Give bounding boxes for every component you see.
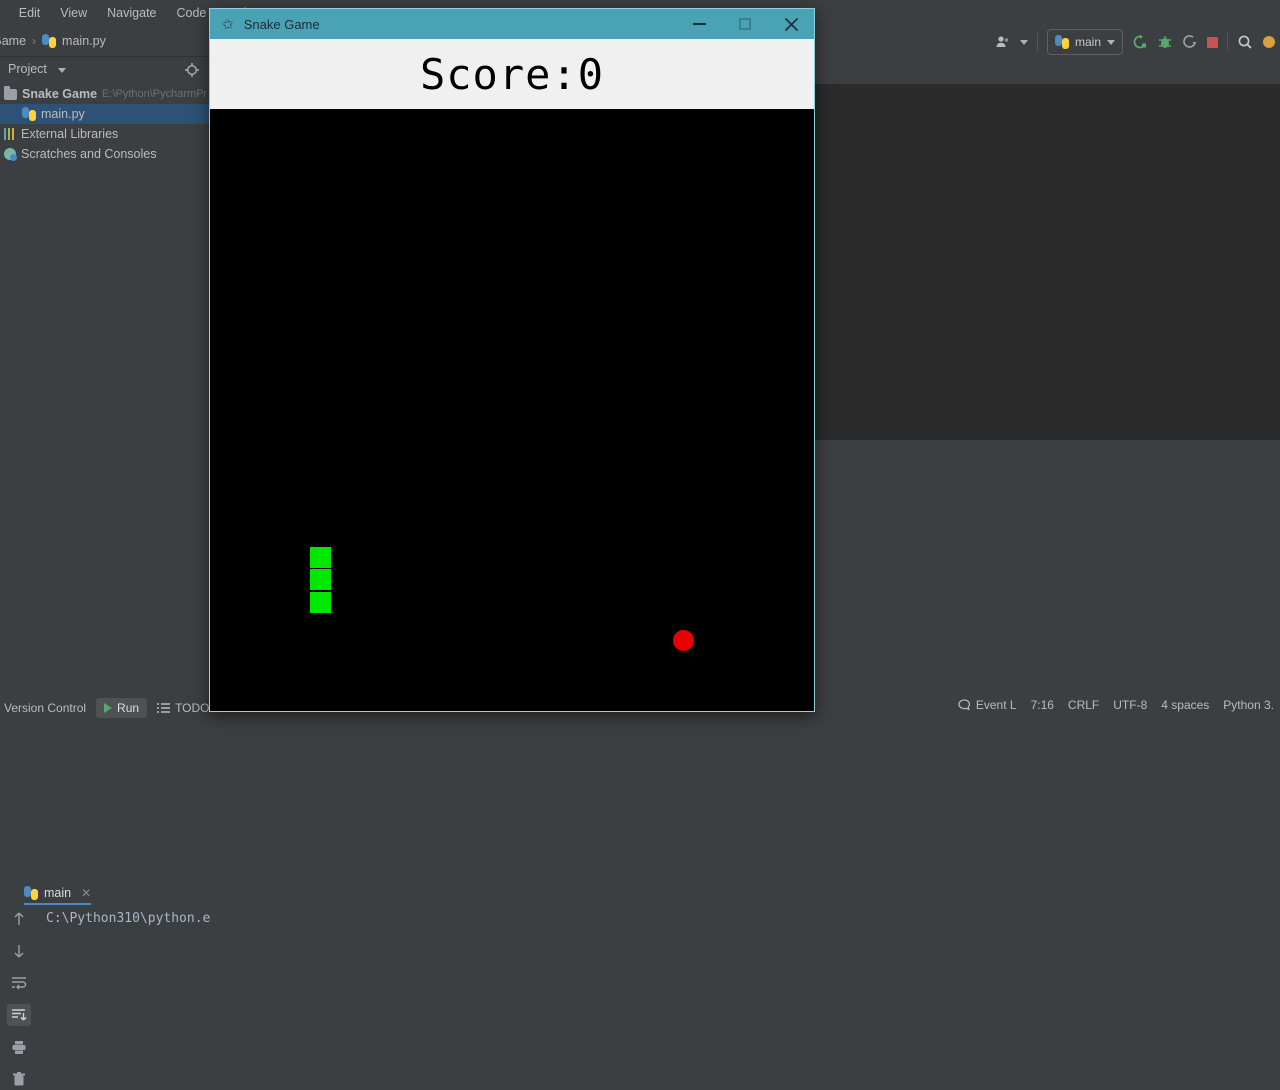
console-output-line: C:\Python310\python.e bbox=[46, 911, 211, 926]
python-file-icon bbox=[42, 34, 57, 48]
run-toolbar bbox=[6, 908, 32, 1090]
status-run-label: Run bbox=[117, 701, 140, 715]
stop-icon[interactable] bbox=[1207, 36, 1218, 48]
python-config-icon bbox=[1054, 35, 1069, 49]
close-icon[interactable]: ✕ bbox=[81, 886, 91, 900]
line-separator[interactable]: CRLF bbox=[1068, 698, 1099, 712]
tree-item-snake-game[interactable]: Snake Game E:\Python\PycharmPr bbox=[0, 84, 210, 104]
status-bar-left: Version Control Run TODO bbox=[0, 698, 218, 718]
select-opened-file-icon[interactable] bbox=[185, 63, 199, 82]
score-label: Score:0 bbox=[419, 49, 604, 99]
file-encoding[interactable]: UTF-8 bbox=[1113, 698, 1147, 712]
game-window-titlebar[interactable]: ✩ Snake Game bbox=[210, 9, 814, 39]
breadcrumb-file[interactable]: main.py bbox=[62, 34, 106, 48]
run-tab-main[interactable]: main ✕ bbox=[24, 886, 92, 905]
menu-item-navigate[interactable]: Navigate bbox=[104, 4, 159, 22]
toolbar-right-group: main bbox=[995, 29, 1276, 55]
tree-item-main-py[interactable]: main.py bbox=[0, 104, 210, 124]
tree-item-path: E:\Python\PycharmPr bbox=[102, 88, 208, 100]
python-run-icon bbox=[24, 886, 38, 900]
status-version-control[interactable]: Version Control bbox=[0, 698, 94, 718]
maximize-button[interactable] bbox=[722, 9, 768, 39]
status-bar-right: Event L 7:16 CRLF UTF-8 4 spaces Python … bbox=[958, 698, 1274, 712]
tree-item-label: Scratches and Consoles bbox=[21, 147, 157, 161]
libraries-icon bbox=[4, 128, 16, 140]
scroll-up-icon[interactable] bbox=[7, 908, 31, 930]
close-button[interactable] bbox=[768, 9, 814, 39]
event-log-icon bbox=[958, 699, 970, 711]
toolbar-divider bbox=[1036, 33, 1038, 51]
feather-icon: ✩ bbox=[220, 14, 235, 33]
game-canvas[interactable] bbox=[210, 109, 814, 711]
minimize-button[interactable] bbox=[676, 9, 722, 39]
status-todo[interactable]: TODO bbox=[149, 698, 217, 718]
debug-icon[interactable] bbox=[1157, 34, 1173, 50]
status-run[interactable]: Run bbox=[96, 698, 148, 718]
tree-item-label: Snake Game bbox=[22, 87, 98, 101]
snake-segment bbox=[309, 546, 332, 569]
tree-item-external-libraries[interactable]: External Libraries bbox=[0, 124, 210, 144]
user-caret-icon[interactable] bbox=[1019, 39, 1028, 45]
project-panel-caret-icon[interactable] bbox=[58, 68, 66, 73]
tree-item-label: main.py bbox=[41, 107, 85, 121]
snake-segment bbox=[309, 591, 332, 614]
status-todo-label: TODO bbox=[175, 701, 210, 715]
maximize-icon bbox=[739, 18, 751, 30]
scroll-down-icon[interactable] bbox=[7, 940, 31, 962]
print-icon[interactable] bbox=[7, 1036, 31, 1058]
python-file-icon bbox=[22, 107, 36, 121]
notifications-icon[interactable] bbox=[1262, 35, 1276, 49]
run-configuration-selector[interactable]: main bbox=[1046, 29, 1123, 55]
user-icon[interactable] bbox=[995, 35, 1011, 49]
project-panel-title: Project bbox=[8, 62, 47, 76]
run-play-icon bbox=[104, 703, 113, 713]
scroll-to-end-icon[interactable] bbox=[7, 1004, 31, 1026]
game-window-title: Snake Game bbox=[243, 16, 320, 32]
tree-item-label: External Libraries bbox=[21, 127, 119, 141]
breadcrumb-project[interactable]: Game bbox=[0, 34, 26, 48]
run-tab-label: main bbox=[44, 886, 72, 900]
menu-item-file[interactable]: le bbox=[0, 4, 2, 22]
snake-segment bbox=[309, 568, 332, 591]
toolbar-divider-2 bbox=[1227, 33, 1228, 51]
clear-all-icon[interactable] bbox=[7, 1068, 31, 1090]
python-interpreter[interactable]: Python 3. bbox=[1223, 698, 1274, 712]
search-icon[interactable] bbox=[1237, 34, 1253, 50]
snake-game-window[interactable]: ✩ Snake Game Score:0 bbox=[209, 8, 815, 712]
breadcrumb: Game › main.py bbox=[0, 34, 106, 48]
score-header: Score:0 bbox=[210, 39, 814, 109]
event-log-widget[interactable]: Event L bbox=[958, 698, 1017, 712]
project-tree: Snake Game E:\Python\PycharmPr main.py E… bbox=[0, 84, 210, 164]
soft-wrap-icon[interactable] bbox=[7, 972, 31, 994]
breadcrumb-separator-icon: › bbox=[32, 34, 37, 48]
rerun-icon[interactable] bbox=[1132, 34, 1148, 50]
scratches-icon bbox=[4, 148, 17, 161]
window-controls bbox=[676, 9, 814, 39]
menu-item-view[interactable]: View bbox=[57, 4, 90, 22]
menu-item-edit[interactable]: Edit bbox=[16, 4, 44, 22]
todo-list-icon bbox=[157, 702, 171, 713]
food-item bbox=[673, 630, 694, 651]
chevron-down-icon bbox=[1107, 39, 1115, 45]
tree-item-scratches[interactable]: Scratches and Consoles bbox=[0, 144, 210, 164]
close-icon bbox=[784, 17, 798, 31]
caret-position[interactable]: 7:16 bbox=[1031, 698, 1054, 712]
run-configuration-label: main bbox=[1074, 35, 1101, 49]
indent-setting[interactable]: 4 spaces bbox=[1161, 698, 1209, 712]
coverage-icon[interactable] bbox=[1182, 34, 1198, 50]
minimize-icon bbox=[692, 23, 706, 25]
folder-icon bbox=[4, 85, 17, 100]
event-log-label: Event L bbox=[975, 698, 1017, 712]
menu-item-code[interactable]: Code bbox=[174, 4, 210, 22]
game-window-title-group: ✩ Snake Game bbox=[210, 14, 320, 33]
